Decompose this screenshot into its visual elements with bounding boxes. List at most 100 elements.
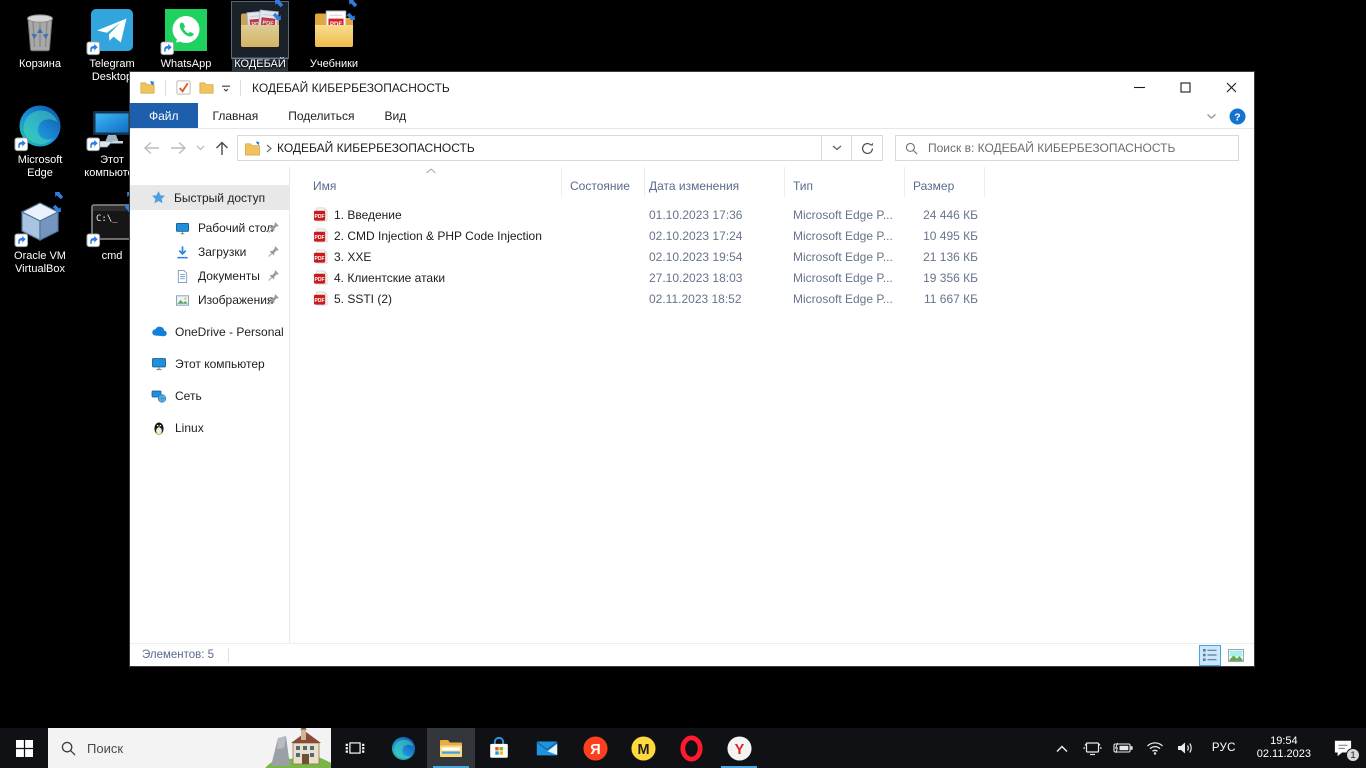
file-date: 02.11.2023 18:52 [645,292,785,306]
desktop-icon-whatsapp[interactable]: WhatsApp [148,6,224,72]
pdf-file-icon [313,249,328,264]
clock[interactable]: 19:54 02.11.2023 [1251,735,1317,761]
sidebar-item-label: OneDrive - Personal [175,325,284,339]
search-highlight-image[interactable] [265,728,331,768]
file-size: 11 667 КБ [905,292,985,306]
column-header-status[interactable]: Состояние [562,167,645,197]
items-count: Элементов: 5 [142,649,214,661]
sidebar-item-label: Загрузки [198,245,246,259]
taskbar-icon-opera[interactable] [667,728,715,768]
pin-icon[interactable] [267,245,280,258]
address-bar[interactable]: КОДЕБАЙ КИБЕРБЕЗОПАСНОСТЬ [237,135,822,161]
file-row[interactable]: 1. Введение 01.10.2023 17:36 Microsoft E… [300,204,1254,225]
address-folder-icon [244,141,261,156]
language-indicator[interactable]: РУС [1206,742,1242,754]
tab-file[interactable]: Файл [130,103,198,128]
pin-icon[interactable] [267,269,280,282]
sidebar-item-label: Быстрый доступ [174,191,265,205]
taskbar-icon-m-app[interactable]: M [619,728,667,768]
file-row[interactable]: 5. SSTI (2) 02.11.2023 18:52 Microsoft E… [300,288,1254,309]
sidebar-item-quick-access[interactable]: Быстрый доступ [130,185,289,210]
back-button[interactable] [138,135,165,161]
close-button[interactable] [1208,72,1254,103]
tray-cast-icon[interactable] [1082,736,1104,760]
tray-expand-chevron-icon[interactable] [1051,736,1073,760]
sort-ascending-icon [425,168,436,174]
ribbon-tabs: Файл Главная Поделиться Вид ? [130,103,1254,129]
taskbar-icon-store[interactable] [475,728,523,768]
up-button[interactable] [208,135,235,161]
file-size: 24 446 КБ [905,208,985,222]
sidebar-item-documents[interactable]: Документы [130,264,289,288]
toolbar-dropdown-icon[interactable] [221,84,231,92]
tab-view[interactable]: Вид [369,103,421,128]
downloads-icon [175,245,190,260]
desktop-icon-virtualbox[interactable]: Oracle VM VirtualBox [2,198,78,277]
opera-icon [678,735,705,762]
details-view-button[interactable] [1200,646,1220,665]
breadcrumb[interactable]: КОДЕБАЙ КИБЕРБЕЗОПАСНОСТЬ [277,141,475,155]
pin-icon[interactable] [267,293,280,306]
shortcut-arrow-icon [86,233,101,248]
tray-volume-icon[interactable] [1175,736,1197,760]
maximize-button[interactable] [1162,72,1208,103]
column-header-size[interactable]: Размер [905,167,985,197]
tab-share[interactable]: Поделиться [273,103,369,128]
sidebar-item-label: Сеть [175,389,202,403]
search-icon [61,741,76,756]
sidebar-item-desktop[interactable]: Рабочий стол [130,216,289,240]
desktop-icon-label: Учебники [296,57,372,72]
taskbar-search[interactable]: Поиск [48,728,331,768]
ribbon-collapse-icon[interactable] [1206,113,1217,120]
status-separator [228,648,229,662]
sidebar-item-network[interactable]: Сеть [130,384,289,408]
sidebar-item-pictures[interactable]: Изображения [130,288,289,312]
pdf-file-icon [313,207,328,222]
file-row[interactable]: 2. CMD Injection & PHP Code Injection 02… [300,225,1254,246]
shortcut-arrow-icon [14,137,29,152]
column-header-name[interactable]: Имя [300,167,562,197]
taskbar-icon-yandex-browser[interactable]: Y [715,728,763,768]
window-title: КОДЕБАЙ КИБЕРБЕЗОПАСНОСТЬ [252,81,450,95]
new-folder-icon[interactable] [139,79,156,96]
tray-battery-icon[interactable] [1113,736,1135,760]
sidebar-item-onedrive[interactable]: OneDrive - Personal [130,320,289,344]
desktop-icon-edge[interactable]: Microsoft Edge [2,102,78,181]
tab-home[interactable]: Главная [198,103,274,128]
taskbar-icon-edge[interactable] [379,728,427,768]
desktop-icon-label: КОДЕБАЙ [232,57,288,72]
sidebar-item-label: Linux [175,421,204,435]
thumbnails-view-button[interactable] [1226,646,1246,665]
action-center-button[interactable]: 1 [1326,733,1360,763]
column-header-type[interactable]: Тип [785,167,905,197]
title-bar: КОДЕБАЙ КИБЕРБЕЗОПАСНОСТЬ [130,72,1254,103]
file-row[interactable]: 3. XXE 02.10.2023 19:54 Microsoft Edge P… [300,246,1254,267]
help-icon[interactable]: ? [1229,108,1246,125]
file-date: 27.10.2023 18:03 [645,271,785,285]
taskbar-icon-explorer[interactable] [427,728,475,768]
task-view-button[interactable] [331,728,379,768]
desktop-icon-kodebay[interactable]: КОДЕБАЙ [222,6,298,72]
file-row[interactable]: 4. Клиентские атаки 27.10.2023 18:03 Mic… [300,267,1254,288]
search-box[interactable]: Поиск в: КОДЕБАЙ КИБЕРБЕЗОПАСНОСТЬ [895,135,1239,161]
column-header-date-modified[interactable]: Дата изменения [645,167,785,197]
sidebar-item-downloads[interactable]: Загрузки [130,240,289,264]
desktop-icon-recycle-bin[interactable]: Корзина [2,6,78,72]
sidebar-item-linux[interactable]: Linux [130,416,289,440]
start-button[interactable] [0,728,48,768]
taskbar-icon-mail[interactable] [523,728,571,768]
desktop-icon-uchebniki[interactable]: Учебники [296,6,372,72]
file-list: Имя Состояние Дата изменения Тип Размер … [290,167,1254,643]
sidebar-item-this-pc[interactable]: Этот компьютер [130,352,289,376]
minimize-button[interactable] [1116,72,1162,103]
tray-wifi-icon[interactable] [1144,736,1166,760]
forward-button[interactable] [165,135,192,161]
taskbar-icon-yandex[interactable]: Я [571,728,619,768]
folder-icon[interactable] [198,79,215,96]
address-dropdown-icon[interactable] [822,135,852,161]
recent-locations-icon[interactable] [192,135,208,161]
properties-check-icon[interactable] [175,79,192,96]
refresh-button[interactable] [852,135,883,161]
pin-icon[interactable] [267,221,280,234]
file-type: Microsoft Edge P... [785,292,905,306]
